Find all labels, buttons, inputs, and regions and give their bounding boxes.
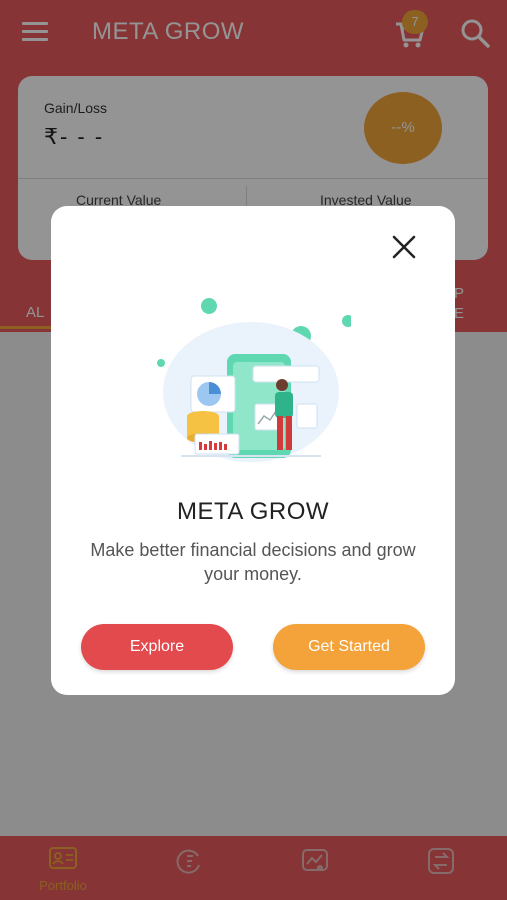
modal-title: META GROW — [176, 498, 330, 525]
modal-description: Make better financial decisions and grow… — [90, 540, 416, 584]
close-icon[interactable] — [391, 234, 417, 260]
welcome-modal: META GROW Make better financial decision… — [51, 206, 455, 695]
finance-illustration — [157, 298, 351, 462]
get-started-button[interactable]: Get Started — [273, 624, 425, 670]
explore-button[interactable]: Explore — [81, 624, 233, 670]
